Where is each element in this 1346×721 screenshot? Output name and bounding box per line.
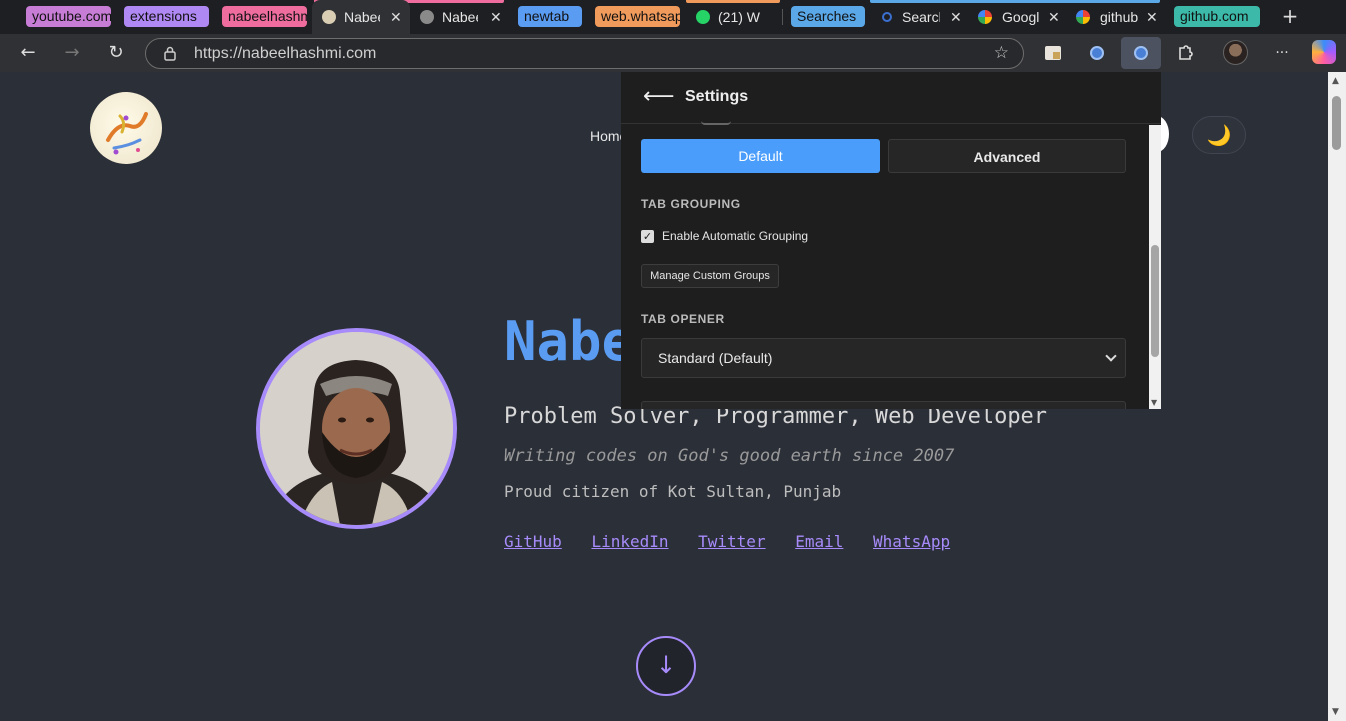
tab-group-youtube[interactable]: youtube.com xyxy=(26,6,111,27)
tab-group-github[interactable]: github.com xyxy=(1174,6,1260,27)
forward-button[interactable]: → xyxy=(61,42,83,64)
tab-group-extensions[interactable]: extensions xyxy=(124,6,209,27)
tab-group-label: github.com xyxy=(1180,8,1249,24)
lock-icon xyxy=(164,46,176,61)
page-scrollbar[interactable]: ▲ ▼ xyxy=(1328,72,1346,721)
tab-nabeel-2[interactable]: Nabeel ✕ xyxy=(410,0,510,34)
scroll-down-icon[interactable]: ▼ xyxy=(1151,398,1157,407)
tab-opener-select[interactable]: Standard (Default) xyxy=(641,338,1126,378)
extension-tab-manager-icon[interactable] xyxy=(1121,37,1161,69)
mode-default-button[interactable]: Default xyxy=(641,139,880,173)
scroll-up-icon[interactable]: ▲ xyxy=(1332,76,1339,86)
tab-label: Nabeel xyxy=(442,9,478,25)
tab-github[interactable]: github ✕ xyxy=(1068,0,1164,34)
new-tab-button[interactable]: + xyxy=(1280,5,1300,27)
reload-button[interactable]: ↻ xyxy=(105,42,127,64)
social-links: GitHub LinkedIn Twitter Email WhatsApp xyxy=(504,532,970,551)
tab-label: Search xyxy=(902,9,940,25)
tab-group-whatsapp[interactable]: web.whatsapp xyxy=(595,6,680,27)
profile-avatar[interactable] xyxy=(1223,40,1248,65)
auto-grouping-label: Enable Automatic Grouping xyxy=(662,229,809,243)
site-favicon-icon xyxy=(420,10,434,24)
search-icon xyxy=(882,12,892,22)
site-logo[interactable] xyxy=(90,92,162,164)
bookmark-star-icon[interactable]: ☆ xyxy=(994,43,1009,63)
popup-scrollbar[interactable]: ▼ xyxy=(1149,125,1161,409)
moon-icon: 🌙 xyxy=(1206,123,1232,147)
hero-since: Writing codes on God's good earth since … xyxy=(504,446,955,466)
popup-scrollbar-thumb[interactable] xyxy=(1151,245,1159,357)
tab-group-label: web.whatsapp xyxy=(601,8,680,24)
tab-opener-value: Standard (Default) xyxy=(658,350,773,366)
tab-group-label: youtube.com xyxy=(32,8,111,24)
whatsapp-icon xyxy=(696,10,710,24)
tab-divider xyxy=(782,9,783,25)
back-arrow-icon[interactable]: ⟵ xyxy=(643,84,675,110)
tab-strip: youtube.com extensions nabeelhashmi Nabe… xyxy=(0,0,1346,34)
address-bar[interactable]: https://nabeelhashmi.com ☆ xyxy=(145,38,1024,69)
popup-body: Default Advanced TAB GROUPING ✓ Enable A… xyxy=(621,123,1149,409)
tab-group-label: newtab xyxy=(524,8,570,24)
tab-group-searches[interactable]: Searches xyxy=(791,6,865,27)
tab-search[interactable]: Search ✕ xyxy=(870,0,970,34)
copilot-icon[interactable] xyxy=(1312,40,1336,64)
mode-advanced-button[interactable]: Advanced xyxy=(888,139,1126,173)
theme-toggle-button[interactable]: 🌙 xyxy=(1192,116,1246,154)
arrow-down-icon: ↓ xyxy=(655,651,677,679)
email-link[interactable]: Email xyxy=(795,532,843,551)
close-icon[interactable]: ✕ xyxy=(490,8,502,26)
tab-opener-heading: TAB OPENER xyxy=(641,312,725,326)
more-menu-button[interactable]: ··· xyxy=(1271,42,1293,64)
close-icon[interactable]: ✕ xyxy=(1146,8,1158,26)
popup-header: ⟵ Settings xyxy=(621,72,1161,124)
extension-settings-popup: ⟵ Settings Default Advanced TAB GROUPING… xyxy=(621,72,1161,409)
url-text[interactable]: https://nabeelhashmi.com xyxy=(194,45,376,63)
clipped-text-fragment xyxy=(701,119,731,125)
extensions-puzzle-icon[interactable] xyxy=(1172,40,1198,66)
google-icon xyxy=(1076,10,1090,24)
scrollbar-thumb[interactable] xyxy=(1332,96,1341,150)
tab-group-nabeelhashmi[interactable]: nabeelhashmi xyxy=(222,6,307,27)
scroll-down-button[interactable]: ↓ xyxy=(636,636,696,696)
chevron-down-icon xyxy=(1105,350,1117,362)
tab-group-label: nabeelhashmi xyxy=(228,8,307,24)
extension-globe-icon[interactable] xyxy=(1084,40,1110,66)
next-setting-field[interactable] xyxy=(641,401,1126,409)
twitter-link[interactable]: Twitter xyxy=(698,532,765,551)
close-icon[interactable]: ✕ xyxy=(950,8,962,26)
tab-grouping-heading: TAB GROUPING xyxy=(641,197,741,211)
tab-whatsapp[interactable]: (21) WhatsApp xyxy=(686,0,784,34)
whatsapp-link[interactable]: WhatsApp xyxy=(873,532,950,551)
calligraphy-logo-icon xyxy=(106,112,148,155)
tab-label: (21) WhatsApp xyxy=(718,9,760,25)
auto-grouping-checkbox[interactable]: ✓ xyxy=(641,230,654,243)
tab-label: github xyxy=(1100,9,1139,25)
profile-photo xyxy=(256,328,457,529)
site-favicon-icon xyxy=(322,10,336,24)
browser-toolbar: ← → ↻ https://nabeelhashmi.com ☆ ··· xyxy=(0,34,1346,72)
scroll-down-icon[interactable]: ▼ xyxy=(1332,707,1339,717)
extension-image-icon[interactable] xyxy=(1040,40,1066,66)
tab-group-label: Searches xyxy=(797,8,857,24)
tab-google[interactable]: Google ✕ xyxy=(970,0,1068,34)
manage-custom-groups-button[interactable]: Manage Custom Groups xyxy=(641,264,779,288)
close-icon[interactable]: ✕ xyxy=(1048,8,1060,26)
tab-label: Google xyxy=(1002,9,1040,25)
tab-label: Nabeel xyxy=(344,9,380,25)
tab-group-label: extensions xyxy=(130,8,197,24)
back-button[interactable]: ← xyxy=(17,42,39,64)
close-icon[interactable]: ✕ xyxy=(390,8,402,26)
linkedin-link[interactable]: LinkedIn xyxy=(591,532,668,551)
github-link[interactable]: GitHub xyxy=(504,532,562,551)
tab-nabeel-1[interactable]: Nabeel ✕ xyxy=(312,0,410,34)
hero-citizen: Proud citizen of Kot Sultan, Punjab xyxy=(504,482,842,501)
tab-group-newtab[interactable]: newtab xyxy=(518,6,582,27)
portrait-image xyxy=(260,332,453,525)
google-icon xyxy=(978,10,992,24)
popup-title: Settings xyxy=(685,88,749,105)
